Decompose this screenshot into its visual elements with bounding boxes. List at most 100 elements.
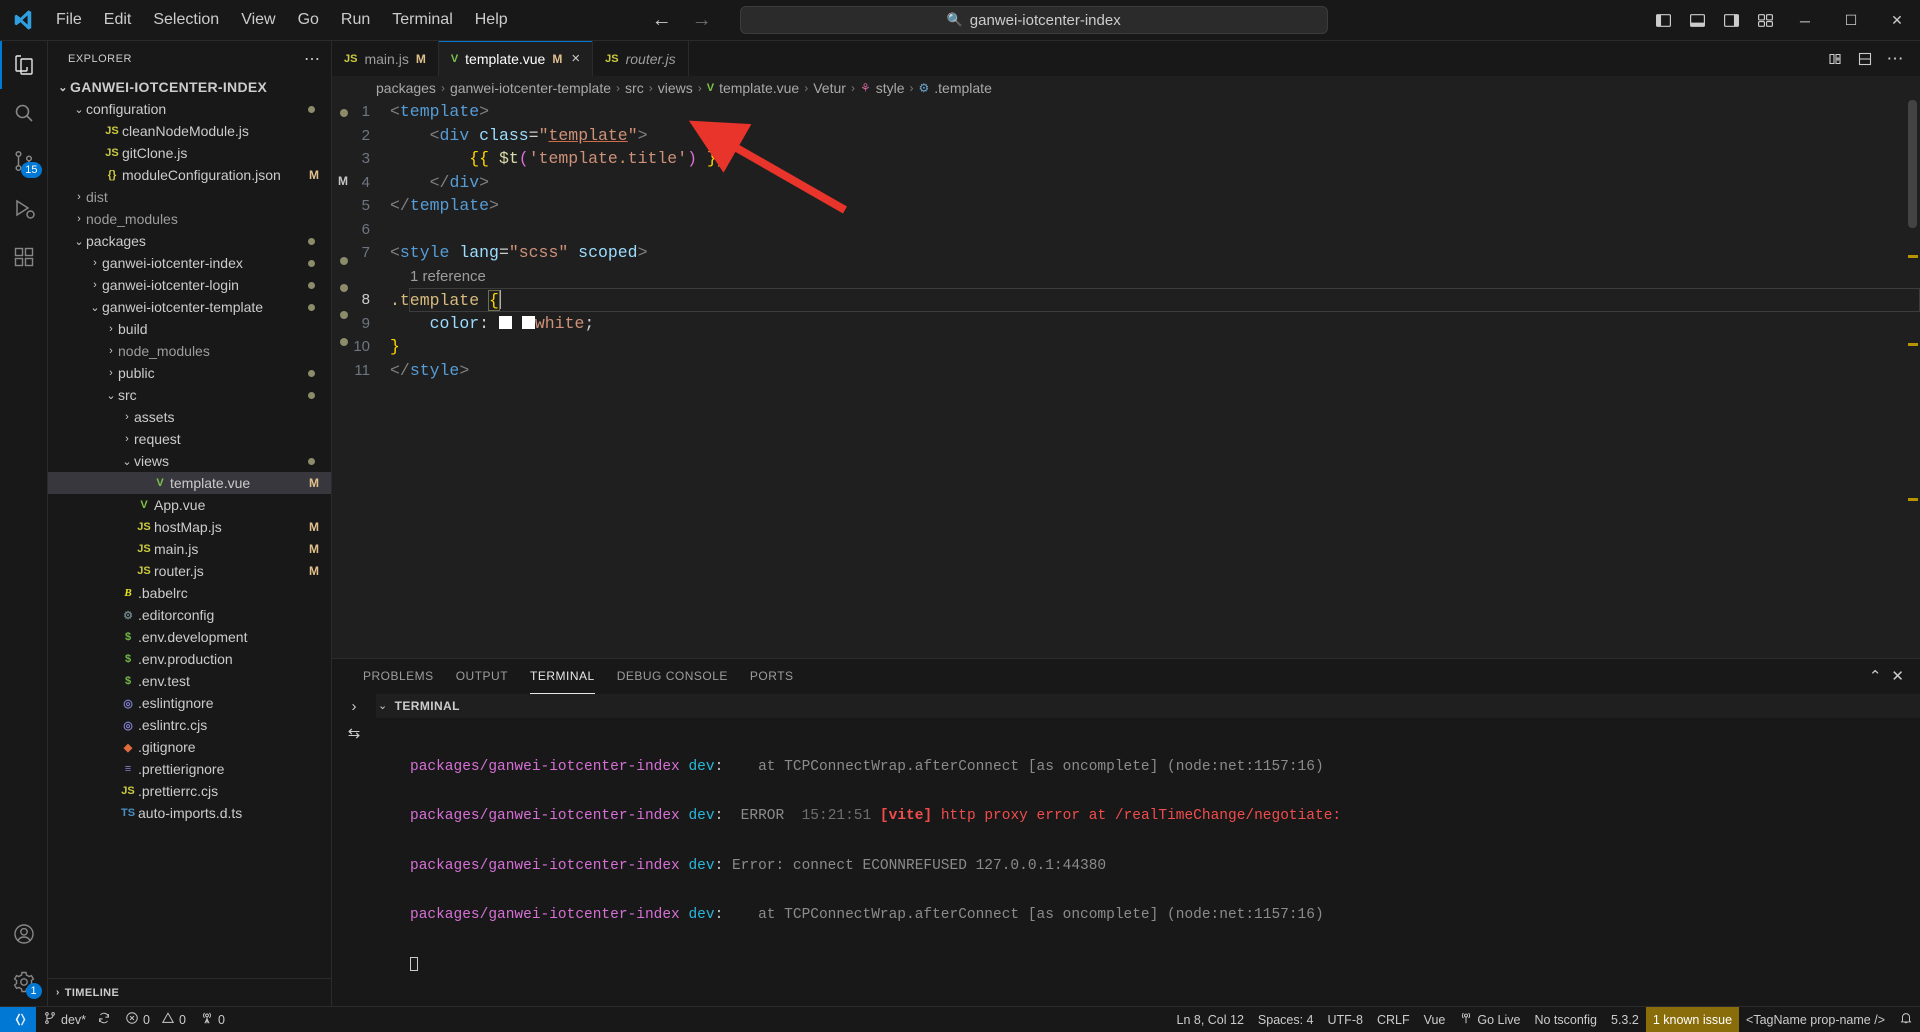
- status-branch[interactable]: dev*: [36, 1007, 118, 1032]
- chevron-right-icon[interactable]: ›: [88, 257, 102, 269]
- breadcrumb-template-selector[interactable]: .template: [934, 80, 992, 96]
- tree-row[interactable]: ›ganwei-iotcenter-index: [48, 252, 331, 274]
- tree-row[interactable]: VApp.vue: [48, 494, 331, 516]
- tree-row[interactable]: ⌄packages: [48, 230, 331, 252]
- status-go-live[interactable]: Go Live: [1452, 1007, 1527, 1032]
- editor-scrollbar[interactable]: [1908, 100, 1917, 228]
- tree-row[interactable]: $.env.production: [48, 648, 331, 670]
- command-center[interactable]: 🔍 ganwei-iotcenter-index: [740, 6, 1328, 34]
- tree-row[interactable]: ›public: [48, 362, 331, 384]
- chevron-down-icon[interactable]: ⌄: [378, 699, 388, 712]
- chevron-right-icon[interactable]: ›: [72, 213, 86, 225]
- arrow-right-icon[interactable]: →: [692, 10, 712, 30]
- activity-accounts[interactable]: [0, 910, 48, 958]
- menu-selection[interactable]: Selection: [143, 7, 229, 33]
- chevron-down-icon[interactable]: ⌄: [72, 235, 86, 248]
- tree-row[interactable]: $.env.test: [48, 670, 331, 692]
- split-editor-icon[interactable]: [1822, 41, 1848, 76]
- panel-tab-ports[interactable]: PORTS: [739, 659, 805, 694]
- breadcrumb-src[interactable]: src: [625, 80, 644, 96]
- chevron-down-icon[interactable]: ⌄: [104, 389, 118, 402]
- chevron-down-icon[interactable]: ⌄: [72, 103, 86, 116]
- code-editor[interactable]: M 1 <template> 2 <div class="template">: [332, 100, 1920, 658]
- tree-row[interactable]: ›build: [48, 318, 331, 340]
- tab-router-js[interactable]: JS router.js: [593, 41, 689, 76]
- split-editor-down-icon[interactable]: [1852, 41, 1878, 76]
- activity-source-control[interactable]: 15: [0, 137, 48, 185]
- arrow-left-icon[interactable]: ←: [652, 10, 672, 30]
- activity-settings[interactable]: 1: [0, 958, 48, 1006]
- tree-row[interactable]: ›node_modules: [48, 208, 331, 230]
- tab-template-vue[interactable]: V template.vue M ×: [439, 41, 593, 76]
- status-tag-prop[interactable]: <TagName prop-name />: [1739, 1007, 1892, 1032]
- tree-row[interactable]: ⌄views: [48, 450, 331, 472]
- activity-run-debug[interactable]: [0, 185, 48, 233]
- chevron-right-icon[interactable]: ›: [352, 698, 357, 715]
- status-known-issues[interactable]: 1 known issue: [1646, 1007, 1739, 1032]
- terminal-body[interactable]: ⌄ TERMINAL packages/ganwei-iotcenter-ind…: [376, 694, 1920, 1007]
- chevron-right-icon[interactable]: ›: [104, 367, 118, 379]
- sync-icon[interactable]: [97, 1011, 111, 1028]
- tree-row[interactable]: ›assets: [48, 406, 331, 428]
- maximize-button[interactable]: ☐: [1828, 0, 1874, 41]
- close-icon[interactable]: ×: [571, 50, 580, 67]
- customize-layout-icon[interactable]: [1748, 0, 1782, 41]
- tree-row[interactable]: TSauto-imports.d.ts: [48, 802, 331, 824]
- breadcrumb-packages[interactable]: packages: [376, 80, 436, 96]
- tree-root-row[interactable]: ⌄GANWEI-IOTCENTER-INDEX: [48, 76, 331, 98]
- chevron-down-icon[interactable]: ⌄: [120, 455, 134, 468]
- activity-search[interactable]: [0, 89, 48, 137]
- chevron-right-icon[interactable]: ›: [72, 191, 86, 203]
- chevron-down-icon[interactable]: ⌄: [56, 81, 70, 94]
- tree-row[interactable]: JShostMap.jsM: [48, 516, 331, 538]
- chevron-right-icon[interactable]: ›: [104, 345, 118, 357]
- status-language-mode[interactable]: Vue: [1417, 1007, 1453, 1032]
- menu-view[interactable]: View: [231, 7, 285, 33]
- tree-row[interactable]: ◎.eslintrc.cjs: [48, 714, 331, 736]
- breadcrumb-views[interactable]: views: [658, 80, 693, 96]
- chevron-down-icon[interactable]: ⌄: [88, 301, 102, 314]
- status-indentation[interactable]: Spaces: 4: [1251, 1007, 1321, 1032]
- tree-row[interactable]: ◎.eslintignore: [48, 692, 331, 714]
- timeline-section[interactable]: › TIMELINE: [48, 978, 331, 1006]
- breadcrumb-template-vue[interactable]: template.vue: [719, 80, 799, 96]
- panel-tab-terminal[interactable]: TERMINAL: [519, 659, 606, 694]
- chevron-right-icon[interactable]: ›: [120, 411, 134, 423]
- split-terminal-icon[interactable]: ⇆: [348, 724, 361, 742]
- tree-row[interactable]: JS.prettierrc.cjs: [48, 780, 331, 802]
- activity-explorer[interactable]: [0, 41, 48, 89]
- tree-row[interactable]: ⌄src: [48, 384, 331, 406]
- breadcrumb-ganwei-iotcenter-template[interactable]: ganwei-iotcenter-template: [450, 80, 611, 96]
- tree-row[interactable]: ⚙.editorconfig: [48, 604, 331, 626]
- tree-row[interactable]: JSmain.jsM: [48, 538, 331, 560]
- status-problems[interactable]: 0 0: [118, 1007, 193, 1032]
- status-eol[interactable]: CRLF: [1370, 1007, 1417, 1032]
- remote-window-icon[interactable]: [0, 1007, 36, 1032]
- status-notifications[interactable]: [1892, 1007, 1920, 1032]
- codelens-label[interactable]: 1 reference: [410, 268, 486, 285]
- tree-row[interactable]: JSgitClone.js: [48, 142, 331, 164]
- menu-terminal[interactable]: Terminal: [382, 7, 462, 33]
- toggle-primary-sidebar-icon[interactable]: [1646, 0, 1680, 41]
- menu-go[interactable]: Go: [288, 7, 329, 33]
- status-tsconfig[interactable]: No tsconfig: [1527, 1007, 1604, 1032]
- color-swatch[interactable]: [522, 316, 535, 329]
- tree-row[interactable]: JScleanNodeModule.js: [48, 120, 331, 142]
- tree-row[interactable]: ◆.gitignore: [48, 736, 331, 758]
- panel-tab-debug-console[interactable]: DEBUG CONSOLE: [606, 659, 739, 694]
- chevron-right-icon[interactable]: ›: [120, 433, 134, 445]
- menu-run[interactable]: Run: [331, 7, 380, 33]
- activity-extensions[interactable]: [0, 233, 48, 281]
- close-button[interactable]: ✕: [1874, 0, 1920, 41]
- menu-help[interactable]: Help: [465, 7, 518, 33]
- tree-row[interactable]: Vtemplate.vueM: [48, 472, 331, 494]
- status-encoding[interactable]: UTF-8: [1321, 1007, 1370, 1032]
- tree-row[interactable]: ›ganwei-iotcenter-login: [48, 274, 331, 296]
- tree-row[interactable]: ⌄ganwei-iotcenter-template: [48, 296, 331, 318]
- chevron-up-icon[interactable]: ⌃: [1869, 667, 1882, 685]
- close-icon[interactable]: ✕: [1891, 667, 1904, 685]
- tab-main-js[interactable]: JS main.js M: [332, 41, 439, 76]
- toggle-secondary-sidebar-icon[interactable]: [1714, 0, 1748, 41]
- tree-row[interactable]: ⌄configuration: [48, 98, 331, 120]
- color-swatch[interactable]: [499, 316, 512, 329]
